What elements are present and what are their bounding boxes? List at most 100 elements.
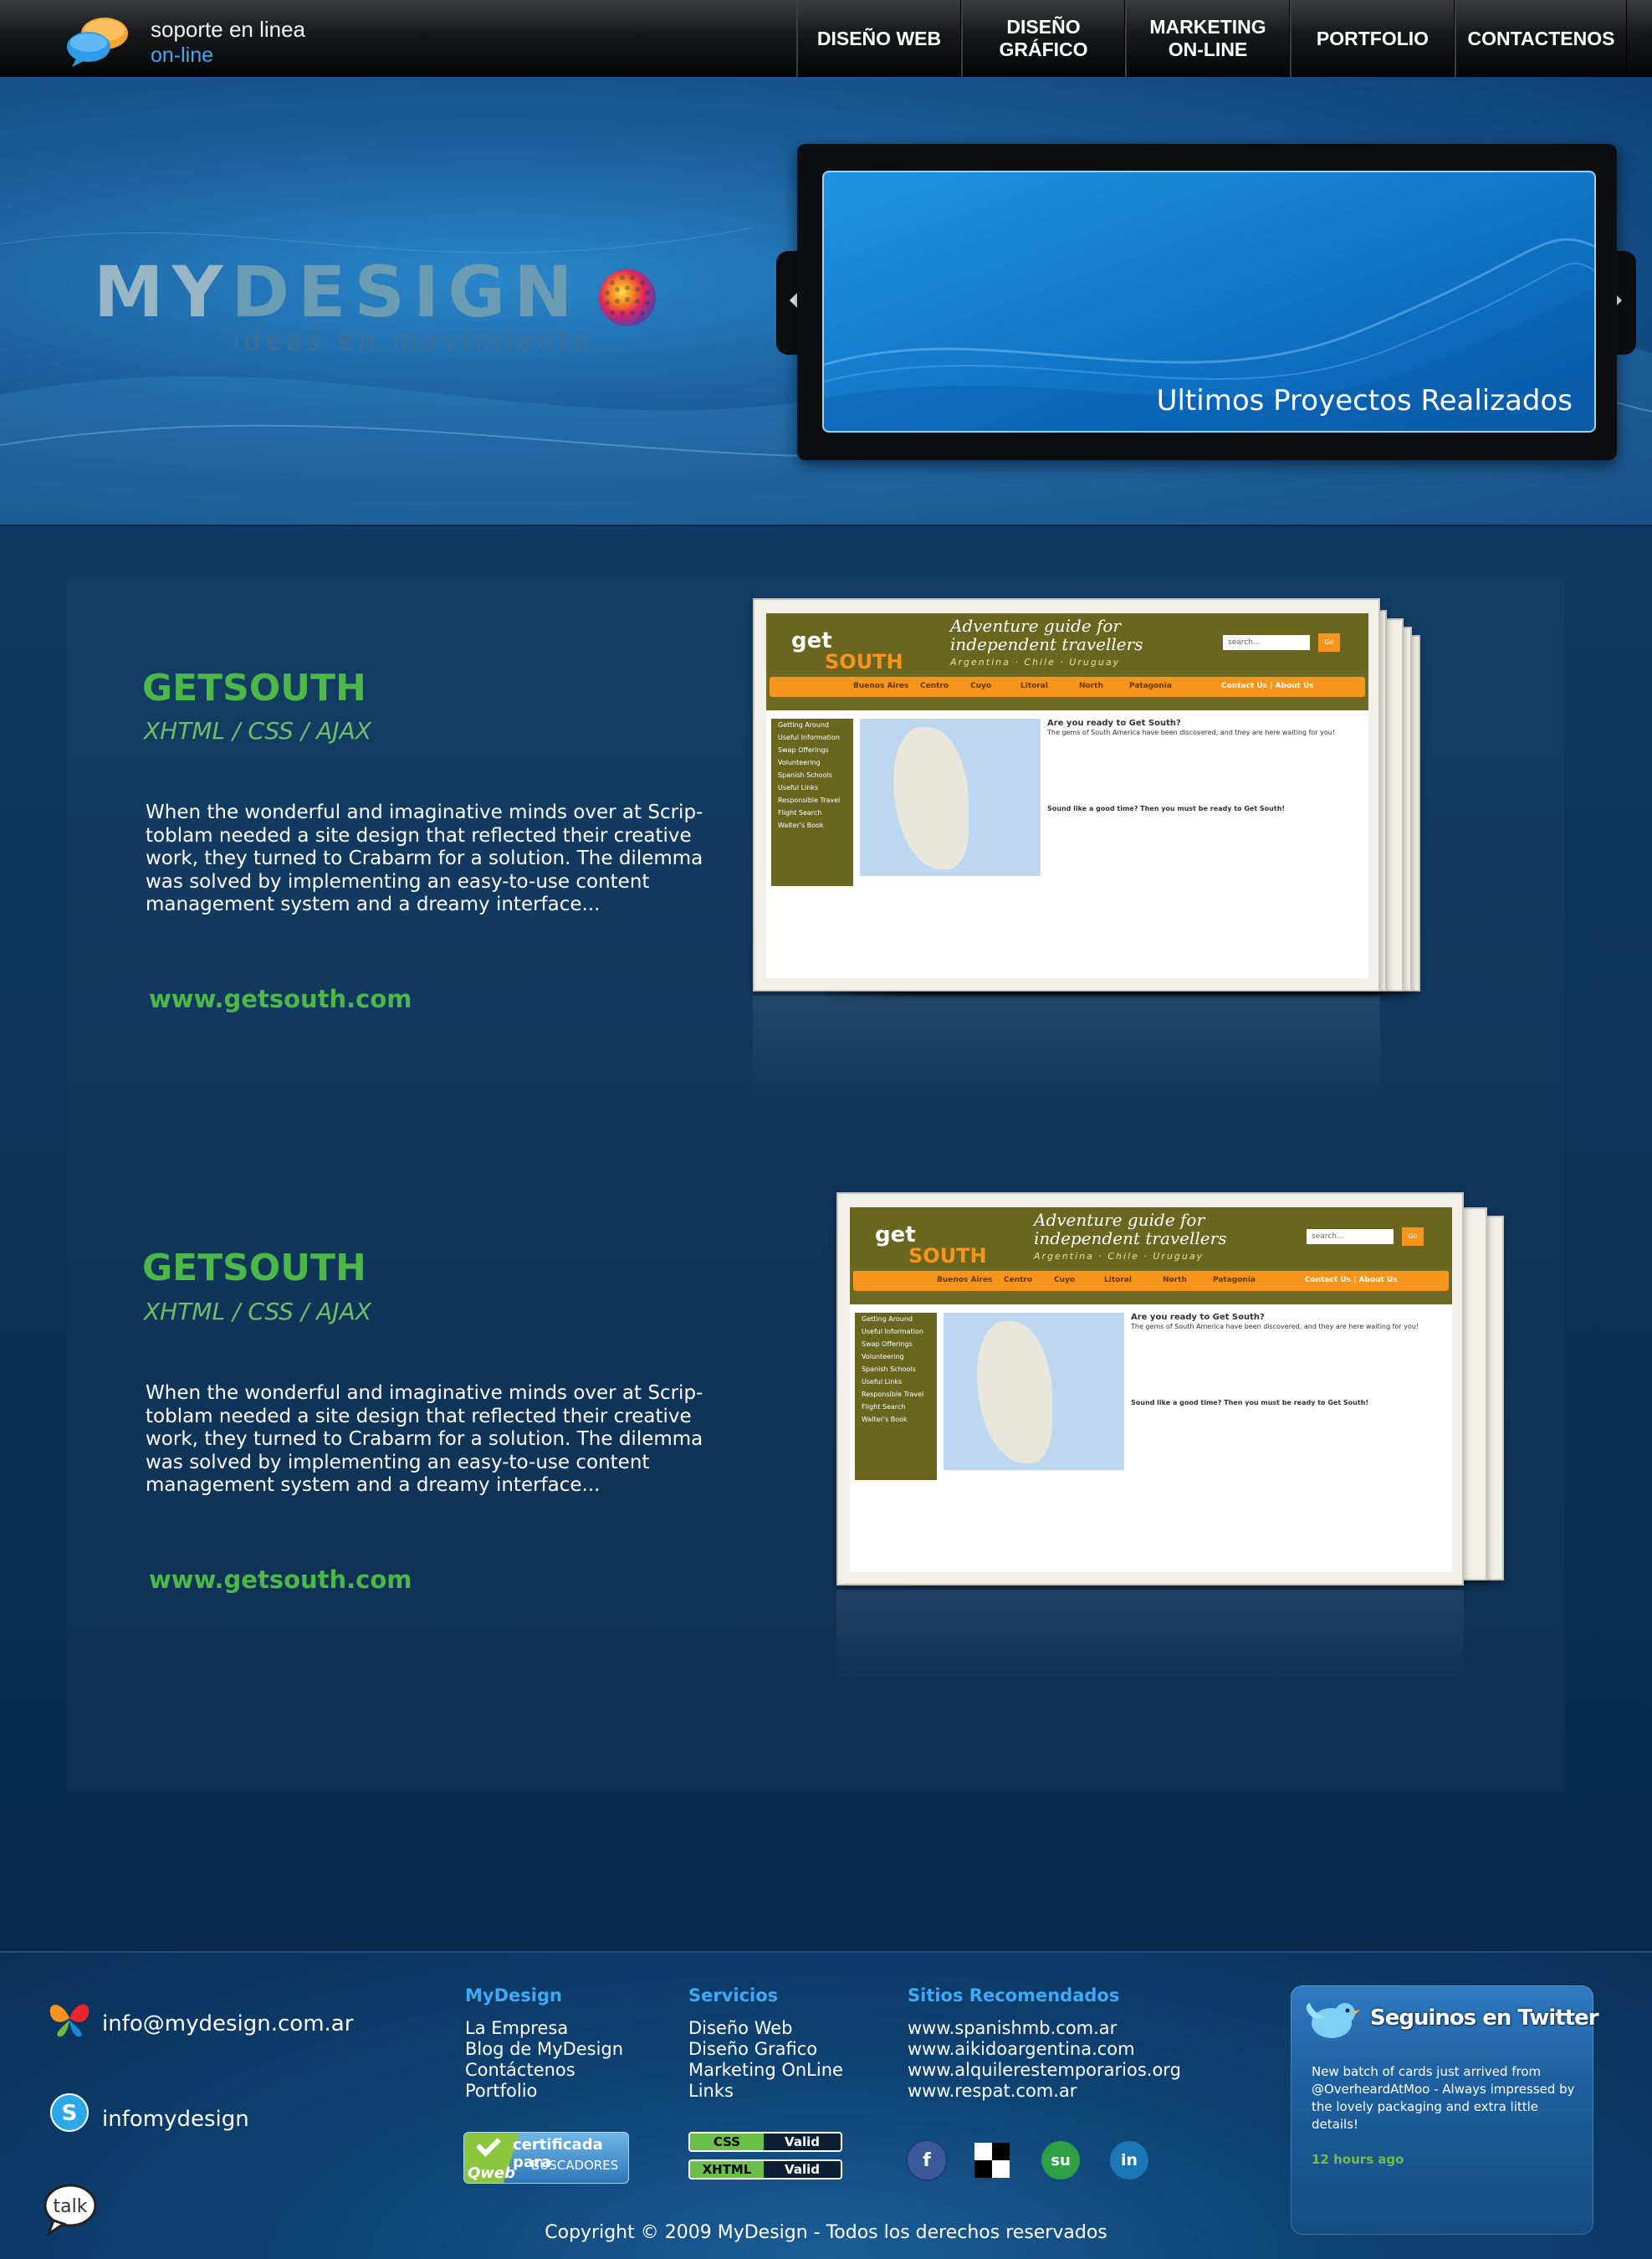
project-screenshot-stack[interactable]: get SOUTH Adventure guide for independen… (836, 1192, 1506, 1682)
msn-butterfly-icon (49, 2004, 90, 2037)
site-countries: Argentina · Chile · Uruguay (1034, 1251, 1204, 1262)
site-heading: Are you ready to Get South? (1131, 1313, 1265, 1322)
site-sidebar-item: Spanish Schools (778, 771, 832, 779)
facebook-icon[interactable]: f (908, 2141, 946, 2180)
site-sidebar-item: Spanish Schools (862, 1365, 916, 1373)
site-text: Are you ready to Get South? The gems of … (1131, 1313, 1444, 1480)
site-paragraph: The gems of South America have been disc… (1131, 1323, 1419, 1330)
delicious-square (974, 2160, 992, 2178)
site-logo-accent: SOUTH (825, 650, 903, 674)
site-sidebar-item: Walter's Book (778, 822, 824, 829)
project-description: When the wonderful and imaginative minds… (146, 802, 703, 915)
site-tagline: Adventure guide for independent travelle… (950, 616, 1143, 654)
footer-link[interactable]: Links (688, 2081, 843, 2102)
xhtml-valid-badge[interactable]: XHTML Valid (688, 2159, 842, 2180)
badge-key: CSS (690, 2134, 764, 2150)
slider-screen[interactable]: Ultimos Proyectos Realizados (822, 171, 1596, 433)
site-sidebar-item: Swap Offerings (862, 1340, 913, 1348)
map-land (893, 727, 969, 869)
site-sidebar-item: Swap Offerings (778, 746, 829, 754)
logo-tagline: ideas en movimiento (233, 325, 594, 356)
badge-value: Valid (764, 2134, 841, 2150)
footer-link[interactable]: La Empresa (465, 2018, 623, 2039)
badge-key: XHTML (690, 2161, 764, 2178)
linkedin-glyph: in (1120, 2151, 1138, 2169)
site-heading: Are you ready to Get South? (1047, 719, 1181, 728)
site-nav-item: Patagonia (1213, 1276, 1256, 1284)
support-status[interactable]: on-line (151, 44, 213, 68)
qweb-certification-badge[interactable]: certificada para BUSCADORES Qweb (463, 2132, 629, 2184)
slider-caption: Ultimos Proyectos Realizados (1156, 384, 1573, 417)
project-technologies: XHTML / CSS / AJAX (144, 1298, 371, 1325)
footer-link[interactable]: Marketing OnLine (688, 2060, 843, 2081)
nav-marketing-online[interactable]: MARKETING ON-LINE (1125, 0, 1290, 77)
site-search-input: search... (1307, 1229, 1394, 1244)
nav-portfolio[interactable]: PORTFOLIO (1290, 0, 1455, 77)
site-sidebar: Getting Around Useful Information Swap O… (855, 1313, 937, 1480)
footer-link[interactable]: www.spanishmb.com.ar (908, 2018, 1181, 2039)
project-description: When the wonderful and imaginative minds… (146, 1382, 703, 1496)
site-search-input: search... (1223, 635, 1310, 650)
footer-links-servicios: Diseño Web Diseño Grafico Marketing OnLi… (688, 2018, 843, 2102)
site-nav: Buenos Aires Centro Cuyo Litoral North P… (853, 1271, 1449, 1291)
site-go-button: Go (1402, 1227, 1424, 1246)
css-valid-badge[interactable]: CSS Valid (688, 2132, 842, 2152)
delicious-icon[interactable] (974, 2143, 1010, 2178)
site-map (944, 1313, 1124, 1470)
logo-part1: MY (94, 251, 232, 333)
site-nav-item: Cuyo (1054, 1276, 1076, 1284)
project-screenshot-stack[interactable]: get SOUTH Adventure guide for independen… (753, 598, 1506, 1096)
site-logo-accent: SOUTH (908, 1244, 987, 1268)
map-land (977, 1321, 1052, 1463)
contact-email[interactable]: info@mydesign.com.ar (102, 2011, 353, 2036)
chat-bubbles-icon[interactable] (65, 15, 132, 69)
site-body: Getting Around Useful Information Swap O… (850, 1304, 1452, 1572)
svg-text:S: S (62, 2101, 78, 2126)
nav-diseno-grafico[interactable]: DISEÑO GRÁFICO (961, 0, 1125, 77)
site-header: get SOUTH Adventure guide for independen… (766, 613, 1368, 674)
stumbleupon-icon[interactable]: su (1041, 2141, 1080, 2180)
delicious-square (992, 2160, 1010, 2178)
site-nav-item: Contact Us | About Us (1305, 1276, 1398, 1284)
footer-link[interactable]: Contáctenos (465, 2060, 623, 2081)
logo-part2: DESIGN (231, 251, 581, 333)
linkedin-icon[interactable]: in (1110, 2141, 1148, 2180)
facebook-glyph: f (923, 2149, 931, 2171)
twitter-title[interactable]: Seguinos en Twitter (1370, 2005, 1599, 2031)
delicious-square (992, 2143, 1010, 2160)
footer-link[interactable]: Portfolio (465, 2081, 623, 2102)
contact-skype[interactable]: infomydesign (102, 2107, 249, 2132)
site-nav-item: North (1163, 1276, 1187, 1284)
site-body: Getting Around Useful Information Swap O… (766, 710, 1368, 978)
site-nav-item: North (1079, 682, 1103, 690)
skype-icon: S (50, 2093, 89, 2132)
footer-link[interactable]: www.alquilerestemporarios.org (908, 2060, 1181, 2081)
footer-link[interactable]: Diseño Grafico (688, 2039, 843, 2060)
screenshot-reflection (836, 1590, 1464, 1682)
site-sidebar-item: Flight Search (778, 809, 822, 817)
footer-link[interactable]: www.respat.com.ar (908, 2081, 1181, 2102)
footer-link[interactable]: www.aikidoargentina.com (908, 2039, 1181, 2060)
site-nav-item: Centro (1004, 1276, 1033, 1284)
site-sidebar-item: Volunteering (862, 1353, 904, 1360)
screenshot-reflection (753, 996, 1380, 1096)
screenshot-page: get SOUTH Adventure guide for independen… (850, 1207, 1452, 1572)
site-nav-item: Litoral (1104, 1276, 1132, 1284)
site-nav: Buenos Aires Centro Cuyo Litoral North P… (770, 677, 1365, 697)
site-sidebar-item: Getting Around (778, 721, 830, 729)
footer-heading-servicios: Servicios (688, 1985, 779, 2005)
screenshot-page: get SOUTH Adventure guide for independen… (766, 613, 1368, 978)
nav-diseno-web[interactable]: DISEÑO WEB (796, 0, 961, 77)
support-label: soporte en linea (151, 17, 306, 42)
tweet-timestamp[interactable]: 12 hours ago (1312, 2152, 1404, 2167)
mydesign-logo[interactable]: MYDESIGN (94, 251, 581, 333)
site-nav-item: Cuyo (970, 682, 992, 690)
footer-link[interactable]: Diseño Web (688, 2018, 843, 2039)
site-nav-item: Buenos Aires (937, 1276, 993, 1284)
nav-contactenos[interactable]: CONTACTENOS (1455, 0, 1627, 77)
project-link[interactable]: www.getsouth.com (149, 1565, 412, 1594)
project-link[interactable]: www.getsouth.com (149, 985, 412, 1013)
footer-link[interactable]: Blog de MyDesign (465, 2039, 623, 2060)
site-tagline: Adventure guide for independent travelle… (1034, 1210, 1227, 1248)
site-closing: Sound like a good time? Then you must be… (1131, 1399, 1369, 1406)
